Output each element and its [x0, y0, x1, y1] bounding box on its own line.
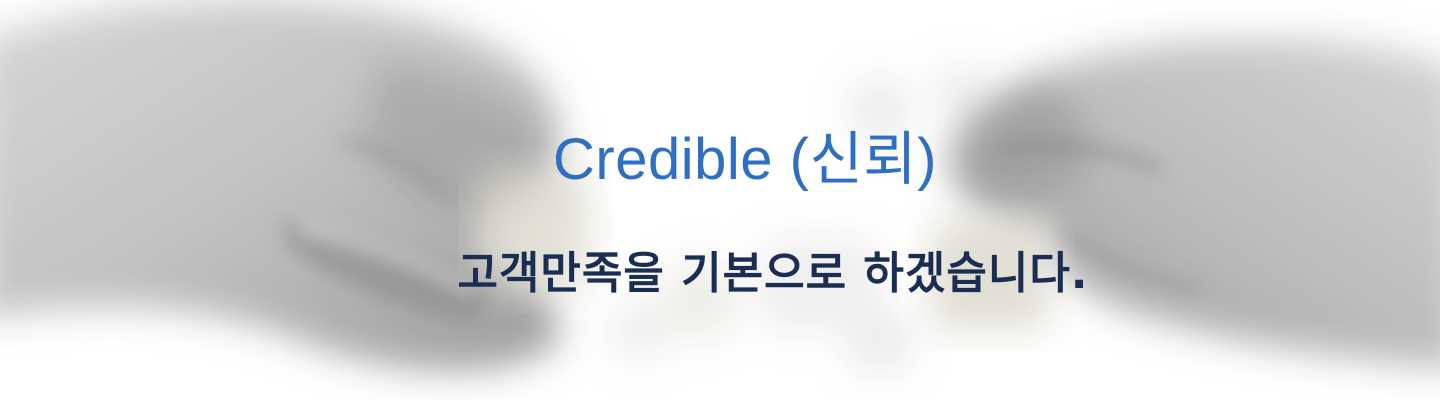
banner-headline: Credible (신뢰) [553, 127, 937, 192]
hero-banner: Credible (신뢰) 고객만족을 기본으로 하겠습니다. [0, 0, 1440, 400]
banner-subline: 고객만족을 기본으로 하겠습니다. [457, 248, 1089, 299]
banner-text: Credible (신뢰) 고객만족을 기본으로 하겠습니다. [0, 0, 1440, 400]
